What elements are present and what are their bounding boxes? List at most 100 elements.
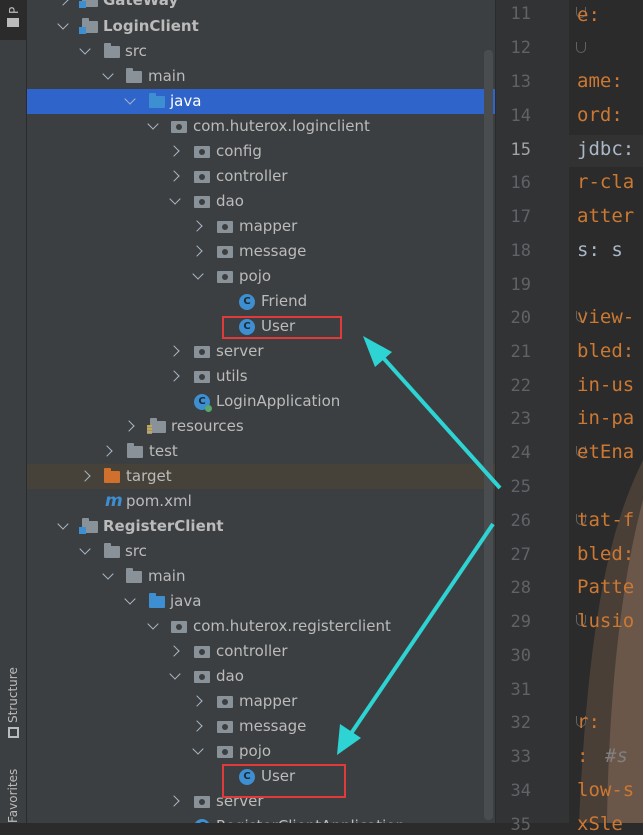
code-line-32[interactable]: r: xyxy=(577,711,600,733)
tree-node-dao[interactable]: dao xyxy=(27,189,495,214)
tree-node-package[interactable]: com.huterox.loginclient xyxy=(27,114,495,139)
favorites-tab[interactable]: Favorites xyxy=(0,765,26,823)
tree-node-utils[interactable]: utils xyxy=(27,364,495,389)
tree-node-label: RegisterClient xyxy=(103,517,224,535)
chevron-right-icon[interactable] xyxy=(191,245,203,257)
code-line-14[interactable]: ord: xyxy=(577,104,623,126)
chevron-right-icon[interactable] xyxy=(168,345,180,357)
chevron-down-icon[interactable] xyxy=(169,668,181,680)
chevron-right-icon[interactable] xyxy=(168,370,180,382)
package-icon xyxy=(217,271,233,283)
code-line-33[interactable]: : xyxy=(577,745,588,767)
tree-node-target[interactable]: target xyxy=(27,464,495,489)
chevron-right-icon[interactable] xyxy=(123,420,135,432)
chevron-down-icon[interactable] xyxy=(147,118,159,130)
tree-node-label: GateWay xyxy=(103,0,179,9)
code-line-28[interactable]: Patte xyxy=(577,576,634,598)
tree-node-java[interactable]: java xyxy=(27,589,495,614)
code-line-21[interactable]: bled: xyxy=(577,340,634,362)
project-tree[interactable]: GateWay LoginClient src main java com.hu… xyxy=(27,0,495,823)
package-icon xyxy=(194,796,210,808)
tree-node-label: dao xyxy=(216,667,244,685)
tree-node-server[interactable]: server xyxy=(27,339,495,364)
chevron-down-icon[interactable] xyxy=(147,618,159,630)
chevron-down-icon[interactable] xyxy=(169,193,181,205)
code-line-23[interactable]: in-pa xyxy=(577,407,634,429)
package-icon xyxy=(217,721,233,733)
chevron-right-icon[interactable] xyxy=(191,220,203,232)
chevron-right-icon[interactable] xyxy=(57,0,69,6)
tree-node-registerclient[interactable]: RegisterClient xyxy=(27,514,495,539)
tree-node-message[interactable]: message xyxy=(27,714,495,739)
code-line-34[interactable]: low-s xyxy=(577,779,634,801)
code-line-18[interactable]: s: s xyxy=(577,239,623,261)
chevron-down-icon[interactable] xyxy=(79,543,91,555)
chevron-down-icon[interactable] xyxy=(102,68,114,80)
tree-node-mapper[interactable]: mapper xyxy=(27,214,495,239)
tree-node-java-selected[interactable]: java xyxy=(27,89,495,114)
code-line-20[interactable]: view- xyxy=(577,306,634,328)
tree-node-mapper[interactable]: mapper xyxy=(27,689,495,714)
folder-icon xyxy=(126,568,142,583)
tree-node-message[interactable]: message xyxy=(27,239,495,264)
chevron-down-icon[interactable] xyxy=(192,743,204,755)
tree-node-main[interactable]: main xyxy=(27,64,495,89)
tree-node-src[interactable]: src xyxy=(27,39,495,64)
tree-node-controller[interactable]: controller xyxy=(27,639,495,664)
tree-node-registerclientapplication[interactable]: C RegisterClientApplication xyxy=(27,814,495,823)
tree-node-package[interactable]: com.huterox.registerclient xyxy=(27,614,495,639)
chevron-right-icon[interactable] xyxy=(191,720,203,732)
chevron-right-icon[interactable] xyxy=(191,695,203,707)
code-line-11[interactable]: e: xyxy=(577,4,600,26)
tree-node-loginapplication[interactable]: C LoginApplication xyxy=(27,389,495,414)
code-line-29[interactable]: lusio xyxy=(577,610,634,632)
code-line-15[interactable]: jdbc: xyxy=(577,138,634,160)
code-line-24[interactable]: etEna xyxy=(577,441,634,463)
code-line-22[interactable]: in-us xyxy=(577,374,634,396)
chevron-right-icon[interactable] xyxy=(101,445,113,457)
fold-marker-icon[interactable] xyxy=(576,42,586,53)
tree-node-controller[interactable]: controller xyxy=(27,164,495,189)
code-line-16[interactable]: r-cla xyxy=(577,171,634,193)
maven-icon: m xyxy=(105,491,123,511)
package-icon xyxy=(217,746,233,758)
code-line-17[interactable]: atter xyxy=(577,205,634,227)
tree-node-pojo[interactable]: pojo xyxy=(27,264,495,289)
tree-node-label: Friend xyxy=(261,292,308,310)
code-line-27[interactable]: bled: xyxy=(577,543,634,565)
tree-node-pojo[interactable]: pojo xyxy=(27,739,495,764)
tree-node-test[interactable]: test xyxy=(27,439,495,464)
tree-node-pom[interactable]: m pom.xml xyxy=(27,489,495,514)
tree-node-resources[interactable]: resources xyxy=(27,414,495,439)
tree-scrollbar[interactable] xyxy=(484,50,493,820)
code-line-26[interactable]: tat-f xyxy=(577,509,634,531)
code-line-35[interactable]: xSle xyxy=(577,813,623,835)
project-tab[interactable]: P xyxy=(0,0,26,40)
tree-node-label: resources xyxy=(171,417,244,435)
chevron-down-icon[interactable] xyxy=(57,18,69,30)
tree-node-config[interactable]: config xyxy=(27,139,495,164)
chevron-down-icon[interactable] xyxy=(57,518,69,530)
structure-tab[interactable]: Structure xyxy=(0,655,26,745)
tree-node-src[interactable]: src xyxy=(27,539,495,564)
chevron-down-icon[interactable] xyxy=(79,43,91,55)
tree-node-dao[interactable]: dao xyxy=(27,664,495,689)
chevron-right-icon[interactable] xyxy=(168,795,180,807)
tree-node-main[interactable]: main xyxy=(27,564,495,589)
chevron-right-icon[interactable] xyxy=(79,470,91,482)
project-icon xyxy=(7,18,19,27)
chevron-down-icon[interactable] xyxy=(124,93,136,105)
chevron-down-icon[interactable] xyxy=(124,593,136,605)
code-line-13[interactable]: ame: xyxy=(577,70,623,92)
tree-node-label: server xyxy=(216,342,264,360)
chevron-down-icon[interactable] xyxy=(102,568,114,580)
line-number: 23 xyxy=(510,409,531,429)
code-line-33-comment[interactable]: #s xyxy=(605,745,628,767)
chevron-right-icon[interactable] xyxy=(168,170,180,182)
chevron-right-icon[interactable] xyxy=(168,145,180,157)
tree-node-gateway[interactable]: GateWay xyxy=(27,0,495,13)
tree-node-friend[interactable]: C Friend xyxy=(27,289,495,314)
tree-node-loginclient[interactable]: LoginClient xyxy=(27,14,495,39)
chevron-down-icon[interactable] xyxy=(192,268,204,280)
chevron-right-icon[interactable] xyxy=(168,645,180,657)
